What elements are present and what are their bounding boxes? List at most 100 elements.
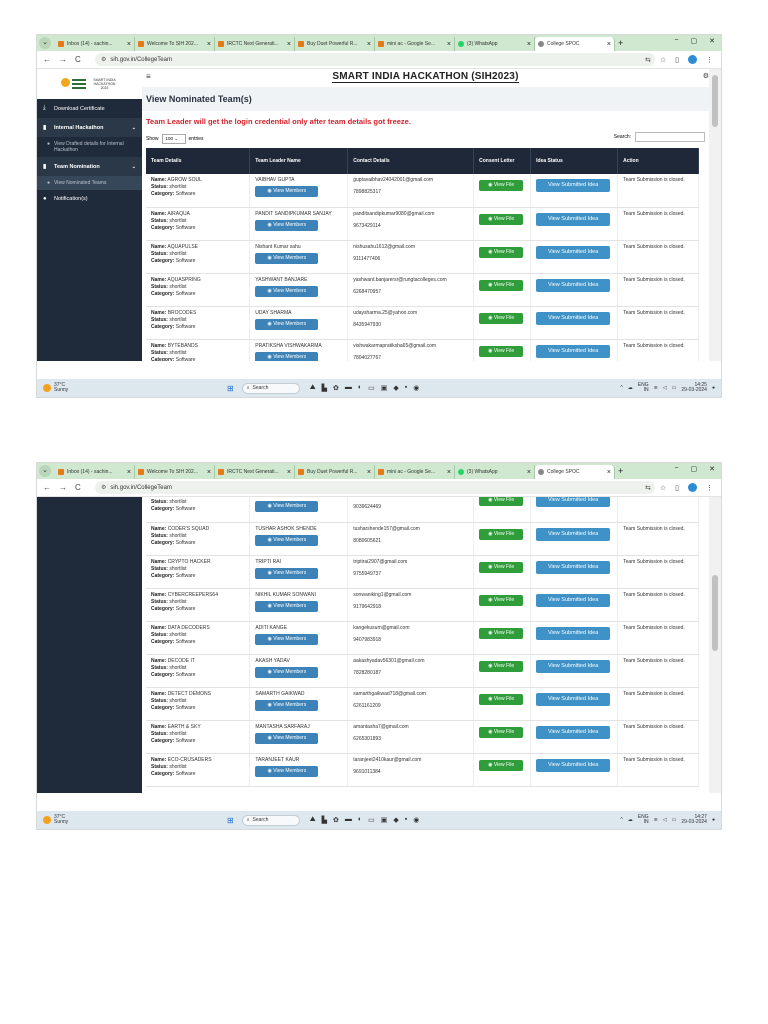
view-file-button[interactable]: ◉ View File [479,345,524,357]
view-submitted-idea-button[interactable]: View Submitted Idea [536,692,611,706]
close-icon[interactable]: × [367,469,371,476]
close-icon[interactable]: × [527,469,531,476]
view-members-button[interactable]: ◉ View Members [255,285,319,297]
taskbar-search[interactable]: ⌕ Search [241,814,300,826]
avatar[interactable] [688,55,697,64]
weather-widget[interactable]: 37°C Sunny [37,815,227,825]
view-submitted-idea-button[interactable]: View Submitted Idea [536,593,611,607]
copilot-icon[interactable]: ✿ [333,816,339,824]
view-file-button[interactable]: ◉ View File [479,561,524,573]
url-input[interactable]: ⚙ sih.gov.in/CollegeTeam [95,53,655,66]
scrollbar[interactable] [709,69,721,361]
view-file-button[interactable]: ◉ View File [479,312,524,324]
view-file-button[interactable]: ◉ View File [479,627,524,639]
outlook-icon[interactable]: ▣ [381,384,388,392]
chevron-up-icon[interactable]: ^ [620,385,622,391]
battery-icon[interactable]: ▭ [672,817,677,823]
view-members-button[interactable]: ◉ View Members [255,732,319,744]
cloud-icon[interactable]: ☁ [628,817,633,823]
tab-whatsapp[interactable]: (3) WhatsApp × [455,37,535,51]
taskbar-search[interactable]: ⌕ Search [241,382,300,394]
view-members-button[interactable]: ◉ View Members [255,252,319,264]
view-members-button[interactable]: ◉ View Members [255,318,319,330]
tab-irctc[interactable]: IRCTC Next Generati... × [215,37,295,51]
bell-icon[interactable]: ● [712,385,715,391]
close-icon[interactable]: × [207,41,211,48]
star-icon[interactable]: ☆ [660,484,666,492]
folder-icon[interactable]: ▬ [345,816,352,824]
view-members-button[interactable]: ◉ View Members [255,186,319,197]
view-file-button[interactable]: ◉ View File [479,594,524,606]
view-members-button[interactable]: ◉ View Members [255,567,319,579]
close-icon[interactable]: × [527,41,531,48]
chevron-up-icon[interactable]: ^ [620,817,622,823]
view-submitted-idea-button[interactable]: View Submitted Idea [536,758,611,772]
maximize-icon[interactable]: ▢ [691,37,698,45]
app-icon[interactable]: ▪ [405,384,407,392]
clock[interactable]: 14:27 29-03-2024 [681,815,707,825]
close-icon[interactable]: × [447,41,451,48]
reload-icon[interactable]: C [75,55,91,64]
new-tab-button[interactable]: + [618,38,623,48]
view-file-button[interactable]: ◉ View File [479,528,524,540]
view-submitted-idea-button[interactable]: View Submitted Idea [536,212,611,226]
wifi-icon[interactable]: ≋ [654,817,658,823]
translate-icon[interactable]: ⇆ [645,56,651,64]
weather-widget[interactable]: 37°C Sunny [37,383,227,393]
view-members-button[interactable]: ◉ View Members [255,765,319,777]
url-input[interactable]: ⚙ sih.gov.in/CollegeTeam [95,481,655,494]
app-icon[interactable]: ▪ [405,816,407,824]
battery-icon[interactable]: ▭ [672,385,677,391]
view-file-button[interactable]: ◉ View File [479,693,524,705]
widgets-icon[interactable]: ⛰ [310,384,316,392]
close-icon[interactable]: × [207,469,211,476]
close-icon[interactable]: × [287,469,291,476]
site-info-icon[interactable]: ⚙ [101,56,106,63]
view-submitted-idea-button[interactable]: View Submitted Idea [536,278,611,292]
entries-select[interactable]: 100 ⌄ [161,134,186,144]
chrome-icon[interactable]: ◉ [413,816,419,824]
windows-start-icon[interactable]: ⊞ [227,384,234,393]
scrollbar[interactable] [709,497,721,793]
outlook-icon[interactable]: ▣ [381,816,388,824]
avatar[interactable] [688,483,697,492]
minimize-icon[interactable]: − [674,37,678,45]
tab-sih-welcome[interactable]: Welcome To SIH 202... × [135,465,215,479]
stack-icon[interactable]: ◆ [393,384,398,392]
view-file-button[interactable]: ◉ View File [479,180,524,191]
translate-icon[interactable]: ⇆ [645,484,651,492]
close-window-icon[interactable]: ✕ [709,37,715,45]
wifi-icon[interactable]: ≋ [654,385,658,391]
sidebar-item-internal-hackathon[interactable]: ▮ Internal Hackathon ⌄ [37,118,142,137]
view-submitted-idea-button[interactable]: View Submitted Idea [536,626,611,640]
close-icon[interactable]: × [127,41,131,48]
view-submitted-idea-button[interactable]: View Submitted Idea [536,179,611,192]
edge-icon[interactable]: ◐ [358,816,362,824]
volume-icon[interactable]: ◁ [663,817,667,823]
close-icon[interactable]: × [607,469,611,476]
sidepanel-icon[interactable]: ▯ [675,56,679,64]
clock[interactable]: 14:25 29-03-2024 [681,383,707,393]
view-members-button[interactable]: ◉ View Members [255,666,319,678]
tab-google[interactable]: mini ac - Google Se... × [375,465,455,479]
tab-search-icon[interactable]: ⌄ [39,37,51,49]
sidebar-item-view-nominated[interactable]: ● View Nominated Teams [37,176,142,190]
minimize-icon[interactable]: − [674,465,678,473]
close-icon[interactable]: × [127,469,131,476]
view-members-button[interactable]: ◉ View Members [255,633,319,645]
view-members-button[interactable]: ◉ View Members [255,351,319,361]
edge-icon[interactable]: ◐ [358,384,362,392]
view-file-button[interactable]: ◉ View File [479,246,524,258]
sidebar-item-download-certificate[interactable]: ⤓ Download Certificate [37,99,142,118]
tab-sih-welcome[interactable]: Welcome To SIH 202... × [135,37,215,51]
view-members-button[interactable]: ◉ View Members [255,501,319,512]
menu-icon[interactable]: ⋮ [706,56,713,64]
search-input[interactable] [635,132,705,142]
tab-inbox[interactable]: Inbox (14) - sachin... × [55,465,135,479]
view-submitted-idea-button[interactable]: View Submitted Idea [536,725,611,739]
star-icon[interactable]: ☆ [660,56,666,64]
close-icon[interactable]: × [287,41,291,48]
back-icon[interactable]: ← [43,483,59,492]
windows-start-icon[interactable]: ⊞ [227,816,234,825]
sidepanel-icon[interactable]: ▯ [675,484,679,492]
